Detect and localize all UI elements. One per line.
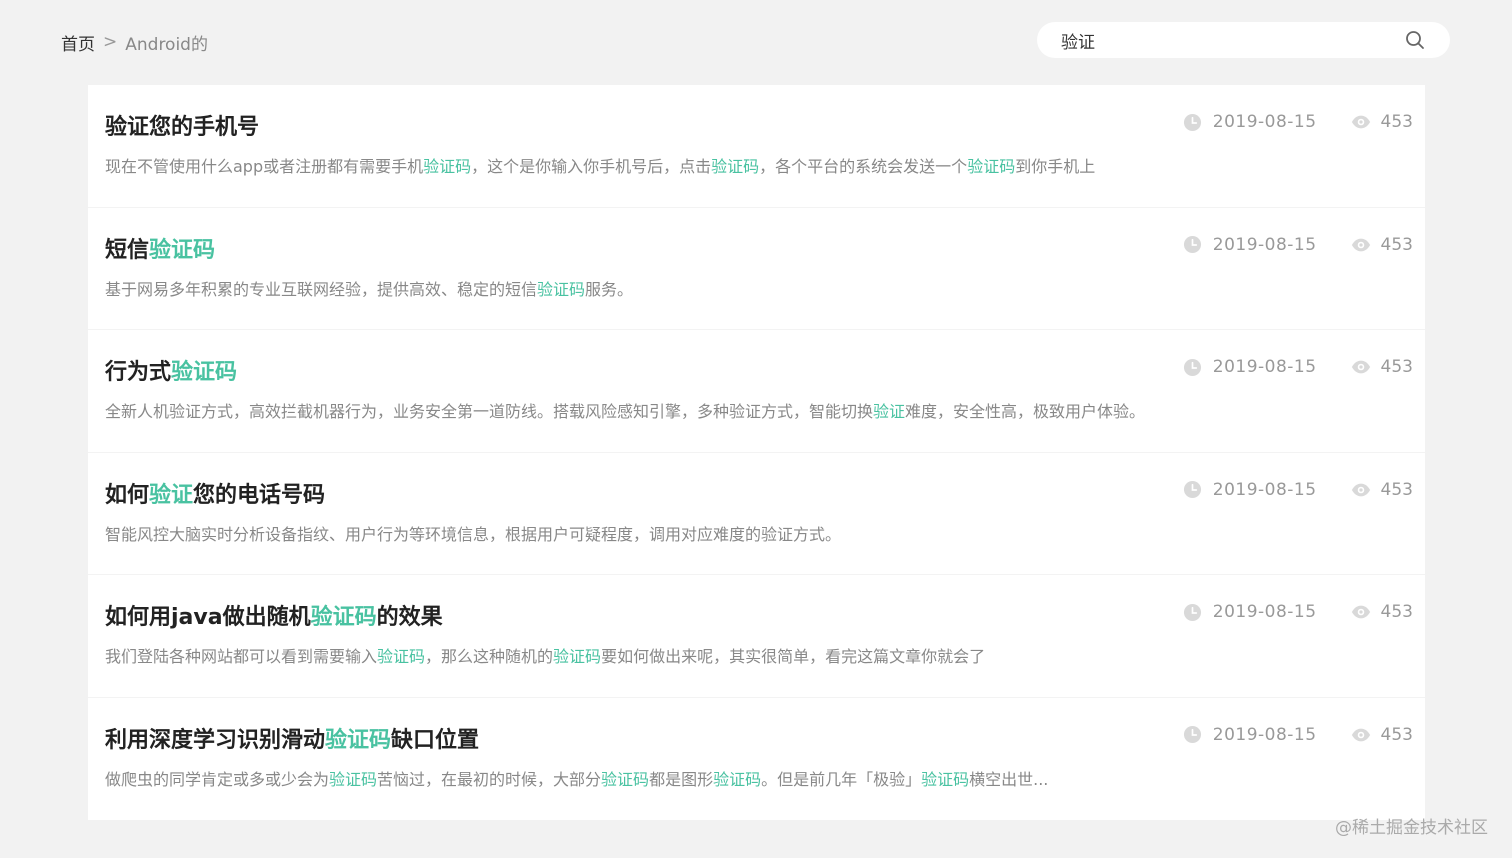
title-text: 利用深度学习识别滑动: [105, 727, 326, 753]
description-highlight: 验证码: [377, 647, 426, 666]
view-count: 453: [1380, 357, 1413, 377]
view-count: 453: [1380, 112, 1413, 132]
clock-icon: [1183, 725, 1203, 745]
description-text: 到你手机上: [1015, 157, 1096, 176]
title-text: 验证您的手机号: [105, 115, 260, 140]
description-text: 横空出世...: [969, 769, 1049, 789]
article-list: 验证您的手机号 现在不管使用什么app或者注册都有需要手机验证码，这个是你输入你手…: [88, 85, 1425, 820]
article-meta: 2019-08-15 453: [1183, 357, 1413, 377]
description-text: 难度，安全性高，极致用户体验。: [905, 402, 1146, 421]
description-text: 全新人机验证方式，高效拦截机器行为，业务安全第一道防线。搭载风险感知引擎，多种验…: [105, 402, 874, 421]
description-text: 苦恼过，在最初的时候，大部分: [377, 769, 602, 789]
description-highlight: 验证码: [537, 279, 586, 299]
title-highlight: 验证码: [149, 237, 216, 263]
title-highlight: 验证: [149, 482, 194, 508]
article-meta: 2019-08-15 453: [1183, 725, 1413, 745]
article-description: 现在不管使用什么app或者注册都有需要手机验证码，这个是你输入你手机号后，点击验…: [105, 153, 1095, 177]
article-item[interactable]: 如何验证您的电话号码智能风控大脑实时分析设备指纹、用户行为等环境信息，根据用户可…: [88, 453, 1425, 575]
article-meta: 2019-08-15 453: [1183, 602, 1413, 622]
article-description: 智能风控大脑实时分析设备指纹、用户行为等环境信息，根据用户可疑程度，调用对应难度…: [105, 521, 841, 545]
eye-icon: [1351, 602, 1371, 622]
description-text: 要如何做出来呢，其实很简单，看完这篇文章你就会了: [601, 647, 986, 666]
article-title[interactable]: 行为式验证码: [105, 354, 237, 386]
title-highlight: 验证码: [325, 727, 392, 753]
breadcrumb-home-link[interactable]: 首页: [61, 30, 95, 55]
eye-icon: [1351, 480, 1371, 500]
view-count: 453: [1380, 602, 1413, 622]
eye-icon: [1351, 725, 1371, 745]
description-text: 现在不管使用什么app或者注册都有需要手机: [105, 157, 424, 176]
article-meta: 2019-08-15 453: [1183, 112, 1413, 132]
description-highlight: 验证码: [553, 647, 602, 666]
description-text: 基于网易多年积累的专业互联网经验，提供高效、稳定的短信: [105, 279, 538, 299]
search-icon[interactable]: [1404, 29, 1426, 51]
article-description: 全新人机验证方式，高效拦截机器行为，业务安全第一道防线。搭载风险感知引擎，多种验…: [105, 398, 1145, 422]
article-item[interactable]: 验证您的手机号 现在不管使用什么app或者注册都有需要手机验证码，这个是你输入你手…: [88, 85, 1425, 208]
description-highlight: 验证: [873, 402, 906, 421]
article-title[interactable]: 短信验证码: [105, 232, 215, 264]
description-highlight: 验证码: [713, 769, 762, 789]
title-text: 如何用java做出随机: [105, 605, 311, 630]
clock-icon: [1183, 602, 1203, 622]
article-description: 基于网易多年积累的专业互联网经验，提供高效、稳定的短信验证码服务。: [105, 276, 633, 300]
description-text: 做爬虫的同学肯定或多或少会为: [105, 769, 330, 789]
eye-icon: [1351, 112, 1371, 132]
description-text: 。但是前几年「极验」: [761, 769, 922, 789]
title-text: 的效果: [376, 605, 443, 630]
clock-icon: [1183, 357, 1203, 377]
description-text: ，那么这种随机的: [425, 647, 554, 666]
publish-date: 2019-08-15: [1212, 602, 1317, 622]
breadcrumb-separator: >: [103, 32, 118, 52]
publish-date: 2019-08-15: [1212, 357, 1317, 377]
article-item[interactable]: 如何用java做出随机验证码的效果 我们登陆各种网站都可以看到需要输入验证码，那么…: [88, 575, 1425, 698]
title-highlight: 验证码: [310, 605, 377, 630]
search-box: [1037, 22, 1450, 58]
publish-date: 2019-08-15: [1212, 724, 1317, 745]
article-title[interactable]: 如何验证您的电话号码: [105, 477, 325, 509]
clock-icon: [1183, 112, 1203, 132]
view-count: 453: [1380, 234, 1413, 255]
search-input[interactable]: [1061, 30, 1404, 50]
title-text: 如何: [105, 482, 150, 508]
description-text: 服务。: [585, 279, 634, 299]
publish-date: 2019-08-15: [1212, 479, 1317, 500]
article-description: 我们登陆各种网站都可以看到需要输入验证码，那么这种随机的验证码要如何做出来呢，其…: [105, 643, 985, 667]
article-title[interactable]: 验证您的手机号: [105, 109, 259, 141]
breadcrumb-current: Android的: [125, 34, 208, 55]
description-text: 智能风控大脑实时分析设备指纹、用户行为等环境信息，根据用户可疑程度，调用对应难度…: [105, 524, 842, 544]
publish-date: 2019-08-15: [1212, 112, 1317, 132]
view-count: 453: [1380, 479, 1413, 500]
description-highlight: 验证码: [711, 157, 760, 176]
article-description: 做爬虫的同学肯定或多或少会为验证码苦恼过，在最初的时候，大部分验证码都是图形验证…: [105, 766, 1048, 790]
clock-icon: [1183, 480, 1203, 500]
article-item[interactable]: 利用深度学习识别滑动验证码缺口位置 做爬虫的同学肯定或多或少会为验证码苦恼过，在最…: [88, 698, 1425, 821]
article-title[interactable]: 利用深度学习识别滑动验证码缺口位置: [105, 722, 479, 754]
clock-icon: [1183, 235, 1203, 255]
article-meta: 2019-08-15 453: [1183, 235, 1413, 255]
title-text: 短信: [105, 237, 150, 263]
breadcrumb: 首页 > Android的: [61, 30, 208, 55]
eye-icon: [1351, 357, 1371, 377]
title-text: 缺口位置: [391, 727, 480, 753]
description-highlight: 验证码: [329, 769, 378, 789]
description-highlight: 验证码: [423, 157, 472, 176]
publish-date: 2019-08-15: [1212, 234, 1317, 255]
description-text: ，这个是你输入你手机号后，点击: [471, 157, 712, 176]
description-text: ，各个平台的系统会发送一个: [759, 157, 968, 176]
article-title[interactable]: 如何用java做出随机验证码的效果: [105, 599, 443, 631]
description-text: 都是图形: [649, 769, 714, 789]
description-highlight: 验证码: [921, 769, 970, 789]
title-highlight: 验证码: [171, 360, 238, 385]
description-text: 我们登陆各种网站都可以看到需要输入: [105, 647, 378, 666]
article-item[interactable]: 行为式验证码全新人机验证方式，高效拦截机器行为，业务安全第一道防线。搭载风险感知…: [88, 330, 1425, 453]
article-meta: 2019-08-15 453: [1183, 480, 1413, 500]
watermark: @稀土掘金技术社区: [1335, 818, 1488, 838]
eye-icon: [1351, 235, 1371, 255]
view-count: 453: [1380, 724, 1413, 745]
title-text: 您的电话号码: [193, 482, 326, 508]
description-highlight: 验证码: [601, 769, 650, 789]
description-highlight: 验证码: [967, 157, 1016, 176]
article-item[interactable]: 短信验证码 基于网易多年积累的专业互联网经验，提供高效、稳定的短信验证码服务。 20…: [88, 208, 1425, 330]
title-text: 行为式: [105, 360, 172, 385]
